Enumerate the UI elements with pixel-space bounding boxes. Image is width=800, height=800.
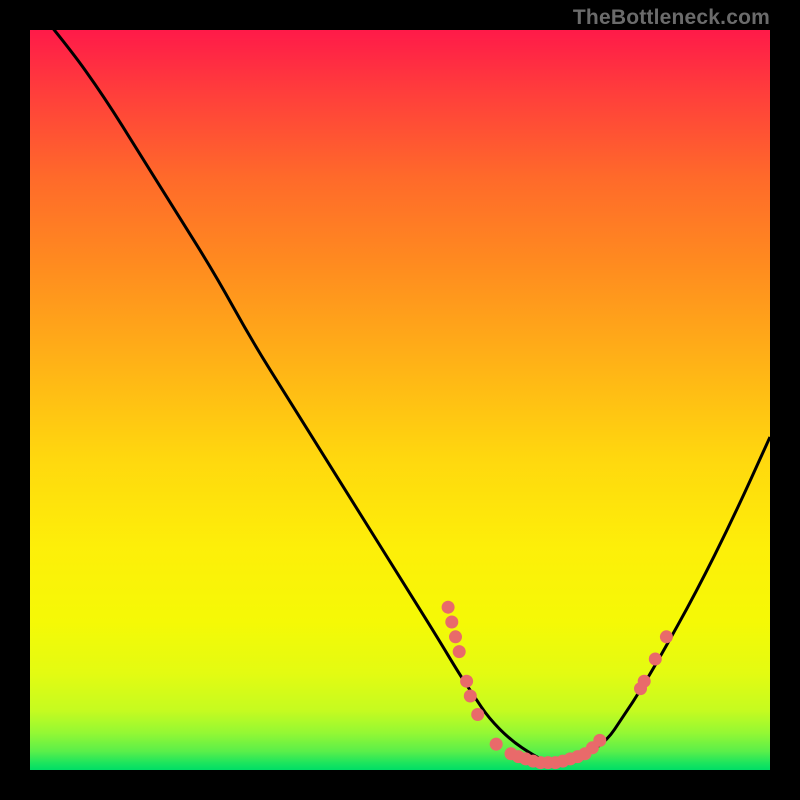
curve-marker bbox=[660, 630, 673, 643]
marker-layer bbox=[442, 601, 673, 769]
curve-marker bbox=[471, 708, 484, 721]
attribution-label: TheBottleneck.com bbox=[573, 6, 770, 30]
chart-frame: TheBottleneck.com bbox=[0, 0, 800, 800]
curve-marker bbox=[453, 645, 466, 658]
curve-path bbox=[30, 30, 770, 763]
curve-marker bbox=[442, 601, 455, 614]
curve-marker bbox=[593, 734, 606, 747]
curve-marker bbox=[445, 616, 458, 629]
curve-marker bbox=[490, 738, 503, 751]
curve-marker bbox=[464, 690, 477, 703]
plot-area bbox=[30, 30, 770, 770]
curve-marker bbox=[449, 630, 462, 643]
curve-marker bbox=[638, 675, 651, 688]
curve-marker bbox=[649, 653, 662, 666]
curve-marker bbox=[460, 675, 473, 688]
bottleneck-curve bbox=[30, 30, 770, 770]
